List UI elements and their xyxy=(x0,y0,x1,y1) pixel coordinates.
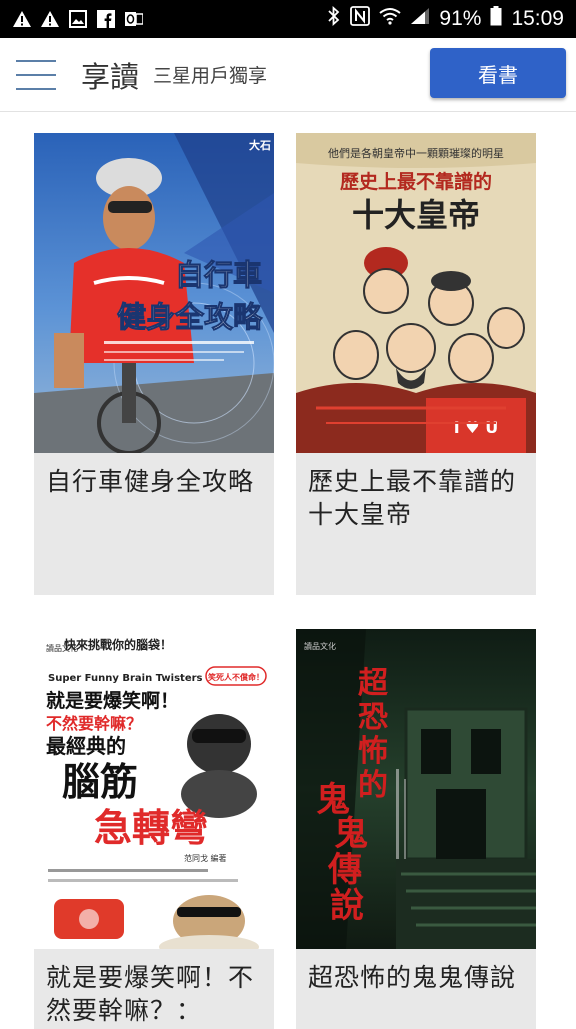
cover-publisher: 讀品文化 xyxy=(304,641,336,651)
cover-publisher: 大石 xyxy=(249,138,271,152)
book-card[interactable]: 他們是各朝皇帝中一顆顆璀璨的明星 歷史上最不靠譜的 十大皇帝 I ♥ U 歷史上… xyxy=(296,133,536,595)
warning-icon xyxy=(12,9,32,29)
app-header: 享讀 三星用戶獨享 看書 xyxy=(0,38,576,112)
book-card[interactable]: 讀品文化 超恐怖的 鬼鬼傳說 超恐怖的鬼鬼傳說 xyxy=(296,629,536,1029)
cover-headline-2: 健身全攻略 xyxy=(117,300,263,334)
battery-icon xyxy=(490,6,502,32)
notification-icons xyxy=(12,9,144,29)
cover-tagline: 他們是各朝皇帝中一顆顆璀璨的明星 xyxy=(328,146,504,160)
cover-bubble: 笑死人不償命！ xyxy=(207,672,264,682)
app-subtitle: 三星用戶獨享 xyxy=(153,65,268,87)
book-title: 超恐怖的鬼鬼傳說 xyxy=(308,963,517,992)
book-cover[interactable]: 讀品文化 超恐怖的 鬼鬼傳說 xyxy=(296,629,536,949)
cover-line-2: 不然要幹嘛？ xyxy=(46,714,142,733)
book-cover[interactable]: 他們是各朝皇帝中一顆顆璀璨的明星 歷史上最不靠譜的 十大皇帝 I ♥ U xyxy=(296,133,536,453)
cover-line-3: 最經典的 xyxy=(46,734,126,758)
clock: 15:09 xyxy=(511,7,564,30)
cover-headline-1: 歷史上最不靠譜的 xyxy=(340,170,492,193)
cover-headline-2: 十大皇帝 xyxy=(352,196,480,234)
cover-headline-1: 自行車 xyxy=(175,258,262,292)
read-button[interactable]: 看書 xyxy=(430,48,566,98)
cover-english: Super Funny Brain Twisters xyxy=(48,673,203,684)
app-title: 享讀 xyxy=(81,59,140,94)
system-status: 91% 15:09 xyxy=(327,5,564,32)
book-cover[interactable]: 大石 自行車 健身全攻略 xyxy=(34,133,274,453)
warning-icon xyxy=(40,9,60,29)
menu-icon[interactable] xyxy=(16,59,56,90)
book-title: 就是要爆笑啊！不然要幹嘛？： xyxy=(46,963,255,1025)
outlook-icon xyxy=(124,9,144,29)
cover-top-line: 快來挑戰你的腦袋！ xyxy=(64,637,172,652)
battery-percent: 91% xyxy=(439,7,482,30)
book-title: 自行車健身全攻略 xyxy=(46,467,255,496)
facebook-icon xyxy=(96,9,116,29)
book-card[interactable]: 大石 自行車 健身全攻略 自行車健身全攻略 xyxy=(34,133,274,595)
signal-icon xyxy=(410,7,430,31)
status-bar: 91% 15:09 xyxy=(0,0,576,38)
bluetooth-icon xyxy=(327,5,341,32)
cover-badge: I ♥ U xyxy=(454,418,498,437)
cover-big-1: 腦筋 xyxy=(62,760,138,804)
cover-title-line-1: 超恐怖的 xyxy=(358,666,389,803)
cover-line-1: 就是要爆笑啊！ xyxy=(46,689,179,712)
nfc-icon xyxy=(350,6,371,32)
book-cover[interactable]: 讀品文化 快來挑戰你的腦袋！ Super Funny Brain Twister… xyxy=(34,629,274,949)
cover-big-2: 急轉彎 xyxy=(94,806,208,850)
cover-author: 范同戈 編著 xyxy=(184,853,227,863)
book-title: 歷史上最不靠譜的十大皇帝 xyxy=(308,467,517,529)
book-card[interactable]: 讀品文化 快來挑戰你的腦袋！ Super Funny Brain Twister… xyxy=(34,629,274,1029)
wifi-icon xyxy=(379,7,402,31)
image-icon xyxy=(68,9,88,29)
